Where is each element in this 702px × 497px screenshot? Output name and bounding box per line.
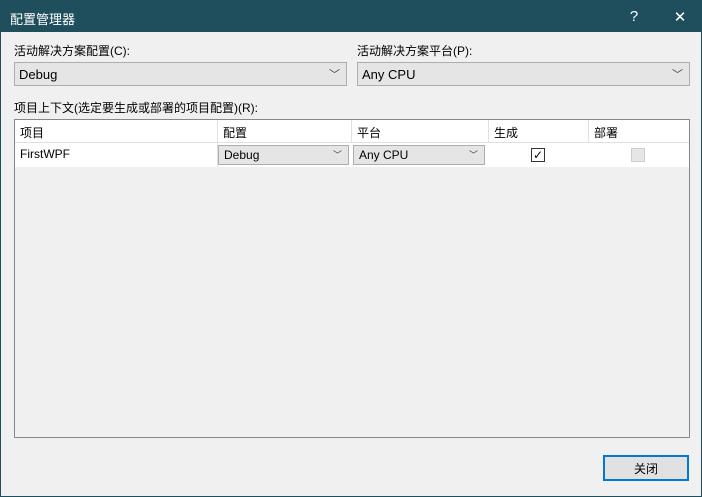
build-checkbox[interactable]: ✓ <box>531 148 545 162</box>
active-platform-label: 活动解决方案平台(P): <box>357 44 473 58</box>
chevron-down-icon: ﹀ <box>332 150 342 160</box>
active-config-label: 活动解决方案配置(C): <box>14 44 130 58</box>
title-bar: 配置管理器 ? ✕ <box>1 1 702 32</box>
row-config-select[interactable]: Debug ﹀ <box>218 145 349 165</box>
chevron-down-icon: ﹀ <box>329 69 340 81</box>
active-platform-select[interactable]: Any CPU ﹀ <box>357 62 690 86</box>
window-title: 配置管理器 <box>10 12 76 27</box>
deploy-checkbox <box>631 148 645 162</box>
table-row: FirstWPF Debug ﹀ Any CPU ﹀ ✓ <box>15 143 689 167</box>
header-build[interactable]: 生成 <box>489 120 589 142</box>
row-config-value: Debug <box>224 148 260 162</box>
project-grid: 项目 配置 平台 生成 部署 FirstWPF Debug ﹀ Any CPU … <box>14 119 690 438</box>
chevron-down-icon: ﹀ <box>468 150 478 160</box>
header-deploy[interactable]: 部署 <box>589 120 689 142</box>
header-platform[interactable]: 平台 <box>352 120 489 142</box>
help-button[interactable]: ? <box>611 1 657 32</box>
project-context-label: 项目上下文(选定要生成或部署的项目配置)(R): <box>14 101 258 115</box>
row-platform-select[interactable]: Any CPU ﹀ <box>353 145 485 165</box>
project-name: FirstWPF <box>15 143 218 167</box>
chevron-down-icon: ﹀ <box>672 69 683 81</box>
active-platform-value: Any CPU <box>362 67 416 82</box>
header-config[interactable]: 配置 <box>218 120 352 142</box>
row-platform-value: Any CPU <box>359 148 409 162</box>
close-window-button[interactable]: ✕ <box>657 1 702 32</box>
close-button[interactable]: 关闭 <box>603 455 689 481</box>
grid-header: 项目 配置 平台 生成 部署 <box>15 120 689 143</box>
header-project[interactable]: 项目 <box>15 120 218 142</box>
active-config-value: Debug <box>19 67 58 82</box>
active-config-select[interactable]: Debug ﹀ <box>14 62 347 86</box>
